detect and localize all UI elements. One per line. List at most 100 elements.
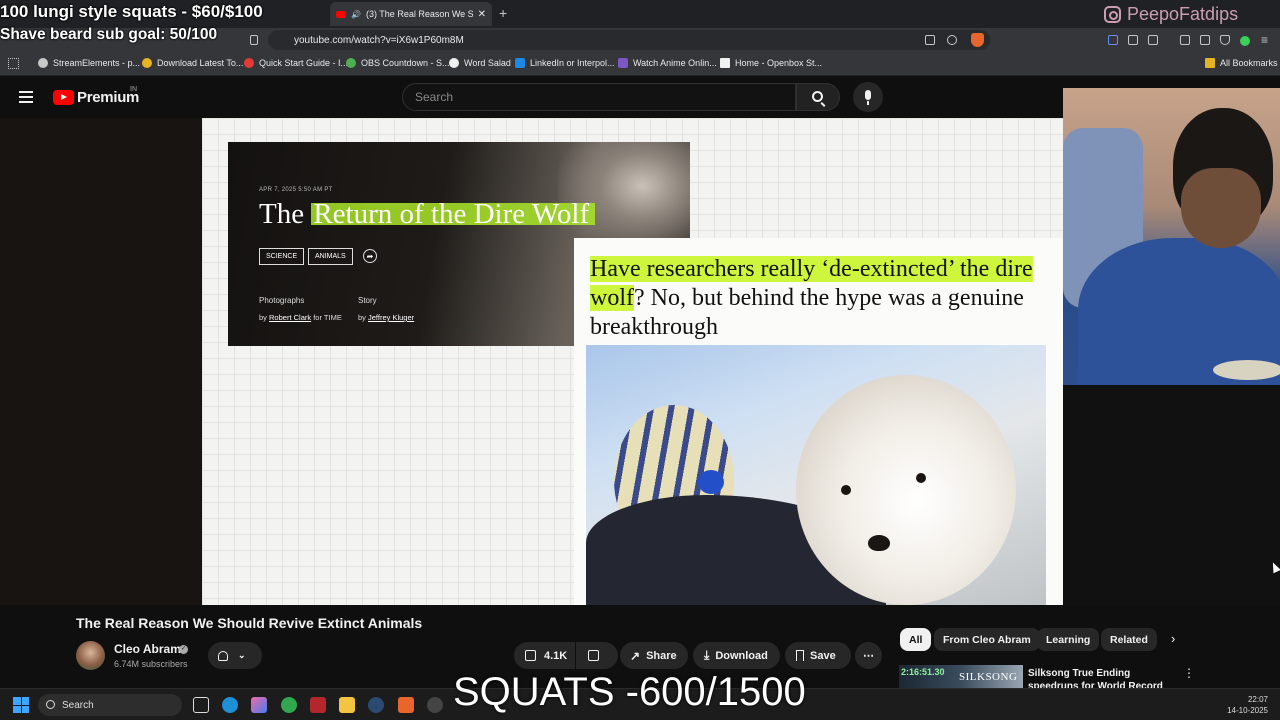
bookmark-favicon-icon — [515, 58, 525, 68]
social-handle-text: PeepoFatdips — [1127, 4, 1239, 24]
credit-story-label: Story — [358, 296, 377, 305]
chip-all[interactable]: All — [900, 628, 932, 651]
vpn-icon[interactable] — [1220, 35, 1230, 45]
windows-start-icon[interactable] — [13, 697, 29, 713]
guardian-article-card: Have researchers really ‘de-extincted’ t… — [574, 238, 1063, 605]
brave-shield-icon[interactable] — [971, 33, 984, 47]
author-name: Jeffrey Kluger — [368, 313, 415, 322]
search-input[interactable]: Search — [402, 83, 796, 111]
credit-prefix: by — [259, 313, 270, 322]
bookmark-item[interactable]: OBS Countdown - S... — [346, 58, 450, 68]
bookmark-label: LinkedIn or Interpol... — [530, 58, 615, 68]
webcam-feed — [1063, 88, 1280, 385]
download-label: Download — [715, 649, 768, 662]
bookmark-favicon-icon — [38, 58, 48, 68]
video-duration: 2:16:51.30 — [901, 667, 945, 677]
folder-icon — [1205, 58, 1215, 68]
bookmark-favicon-icon — [449, 58, 459, 68]
bookmark-label: StreamElements - p... — [53, 58, 141, 68]
credit-suffix: for TIME — [311, 313, 342, 322]
microphone-icon[interactable] — [853, 82, 883, 112]
channel-name[interactable]: Cleo Abram — [114, 642, 181, 656]
menu-icon[interactable]: ≡ — [1261, 33, 1268, 47]
chip-related[interactable]: Related — [1101, 628, 1157, 651]
extension-icon-2[interactable] — [1148, 35, 1158, 45]
apps-grid-icon[interactable] — [8, 58, 19, 69]
bell-icon — [218, 650, 228, 661]
brave-icon[interactable] — [398, 697, 414, 713]
paw-print-icon — [698, 470, 724, 494]
extensions-icon[interactable] — [1128, 35, 1138, 45]
save-button[interactable]: Save — [785, 642, 851, 669]
tab-title: (3) The Real Reason We Shou — [365, 9, 473, 19]
like-button[interactable]: 4.1K — [514, 642, 575, 669]
edge-icon[interactable] — [222, 697, 238, 713]
app-red-icon[interactable] — [310, 697, 326, 713]
bookmark-item[interactable]: Download Latest To... — [142, 58, 243, 68]
copilot-icon[interactable] — [251, 697, 267, 713]
all-bookmarks-button[interactable]: All Bookmarks — [1205, 58, 1278, 68]
more-actions-button[interactable]: ⋯ — [855, 642, 882, 669]
taskbar-search[interactable]: Search — [38, 694, 182, 716]
task-view-icon[interactable] — [193, 697, 209, 713]
media-icon[interactable] — [1180, 35, 1190, 45]
bookmark-favicon-icon — [244, 58, 254, 68]
bookmark-favicon-icon — [618, 58, 628, 68]
thumbs-down-icon — [588, 650, 599, 661]
cast-icon[interactable] — [925, 35, 935, 45]
chip-learning[interactable]: Learning — [1037, 628, 1100, 651]
status-dot-icon[interactable] — [1240, 36, 1250, 46]
wolf-pup-photo — [586, 345, 1046, 605]
chip-from-cleo-abram[interactable]: From Cleo Abram — [934, 628, 1040, 651]
youtube-header: Premium IN Search — [0, 77, 1063, 118]
recommendation-menu-icon[interactable]: ⋮ — [1183, 666, 1195, 680]
article-title: The Return of the Dire Wolf — [259, 198, 596, 231]
share-label: Share — [646, 649, 677, 662]
bookmark-item[interactable]: Word Salad — [449, 58, 511, 68]
youtube-logo-icon[interactable] — [53, 90, 74, 105]
credit-photographer: by Robert Clark for TIME — [259, 313, 342, 322]
bookmark-item[interactable]: LinkedIn or Interpol... — [515, 58, 615, 68]
download-button[interactable]: ⤓ Download — [693, 642, 780, 669]
clock-date: 14-10-2025 — [1227, 706, 1268, 715]
article-date: APR 7, 2025 5:50 AM PT — [259, 187, 333, 193]
pup-nose — [868, 535, 890, 551]
save-label: Save — [810, 649, 836, 662]
share-button[interactable]: ↗ Share — [620, 642, 688, 669]
xbox-icon[interactable] — [281, 697, 297, 713]
url-field[interactable]: youtube.com/watch?v=iX6w1P60m8M — [268, 30, 990, 50]
bookmark-page-icon[interactable] — [250, 35, 258, 45]
bookmark-item[interactable]: Home - Openbox St... — [720, 58, 822, 68]
close-tab-icon[interactable]: ✕ — [478, 9, 486, 20]
video-title: The Real Reason We Should Revive Extinct… — [76, 615, 423, 631]
file-explorer-icon[interactable] — [339, 697, 355, 713]
chips-next-icon[interactable]: › — [1171, 631, 1175, 646]
bookmark-label: Download Latest To... — [157, 58, 244, 68]
extension-icon-1[interactable] — [1108, 35, 1118, 45]
new-tab-icon[interactable]: + — [499, 5, 507, 21]
sidebar-panel — [1063, 385, 1280, 605]
instagram-icon — [1104, 6, 1121, 23]
pup-eye — [916, 473, 926, 483]
like-count: 4.1K — [544, 649, 568, 662]
recommendation-thumbnail[interactable]: 2:16:51.30 SILKSONG — [899, 665, 1023, 690]
hamburger-menu-icon[interactable] — [19, 91, 33, 103]
tag-science: SCIENCE — [259, 248, 305, 265]
dislike-button[interactable] — [576, 642, 618, 669]
video-player[interactable]: APR 7, 2025 5:50 AM PT The Return of the… — [0, 118, 1063, 605]
obs-icon[interactable] — [427, 697, 443, 713]
notification-bell-button[interactable]: ⌄ — [208, 642, 262, 669]
bookmark-item[interactable]: Quick Start Guide - I... — [244, 58, 348, 68]
zoom-icon[interactable] — [947, 35, 957, 45]
search-button[interactable] — [796, 83, 840, 111]
speaker-icon[interactable]: 🔊 — [351, 10, 361, 19]
goal-line-1: 100 lungi style squats - $60/$100 — [0, 2, 263, 21]
steam-icon[interactable] — [368, 697, 384, 713]
tab-youtube-video[interactable]: 🔊 (3) The Real Reason We Shou ✕ — [330, 2, 492, 26]
taskbar-clock[interactable]: 22:07 14-10-2025 — [1224, 694, 1268, 716]
bookmark-item[interactable]: StreamElements - p... — [38, 58, 140, 68]
sidebar-icon[interactable] — [1200, 35, 1210, 45]
avatar[interactable] — [76, 641, 105, 670]
bookmark-item[interactable]: Watch Anime Onlin... — [618, 58, 717, 68]
share-arrow-icon: ➦ — [363, 249, 377, 263]
